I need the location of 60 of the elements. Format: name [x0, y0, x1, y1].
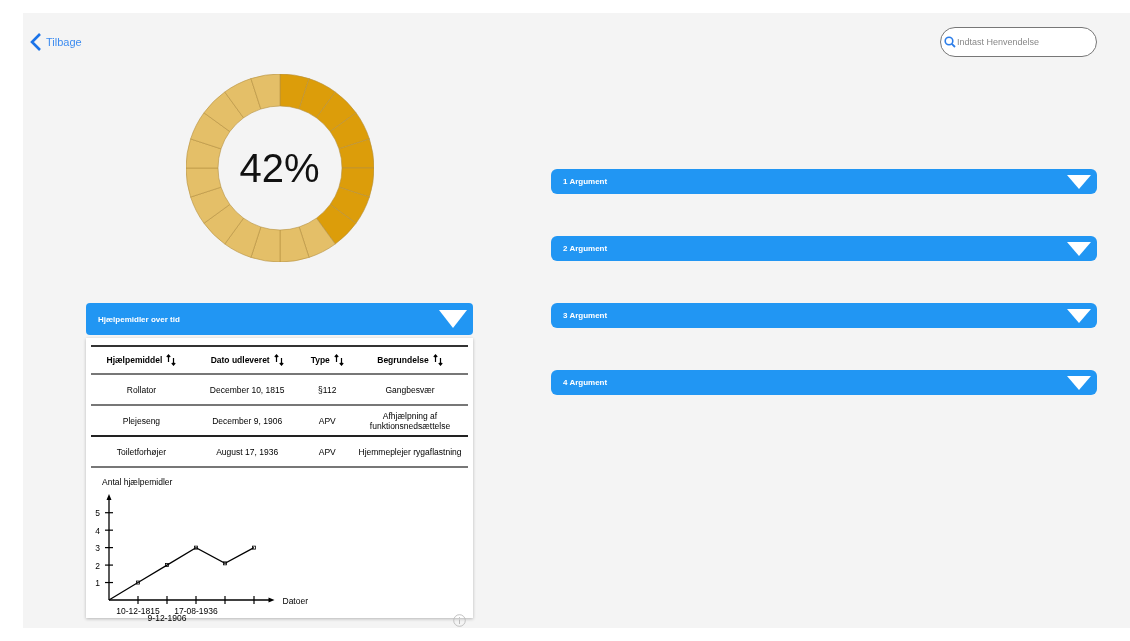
tick-mark [166, 595, 168, 605]
tick-label: 10-12-1815 [116, 606, 160, 616]
tick-label: 3 [95, 543, 100, 554]
column-header[interactable]: Type [310, 355, 330, 365]
accordion-header[interactable]: 3 Argument [551, 303, 1097, 328]
tick-label: 17-08-1936 [174, 606, 218, 616]
sort-icon[interactable] [432, 354, 443, 366]
table-cell: Hjemmeplejer rygaflastning [352, 436, 468, 467]
tick-mark [195, 595, 197, 605]
tick-mark [104, 529, 114, 531]
table-cell: December 9, 1906 [191, 405, 303, 436]
table-cell: §112 [302, 374, 352, 405]
chevron-left-icon [30, 33, 42, 51]
table-cell: December 10, 1815 [191, 374, 303, 405]
table-cell: Gangbesvær [352, 374, 468, 405]
back-link[interactable]: Tilbage [30, 33, 82, 51]
data-point [136, 580, 140, 585]
tick-mark [253, 595, 255, 605]
axis-title: Datoer [282, 596, 308, 606]
data-point [252, 545, 256, 550]
search-icon [944, 36, 956, 48]
triangle-down-icon [1067, 308, 1091, 323]
tick-mark [137, 595, 139, 605]
tick-label: 9-12-1906 [147, 613, 187, 623]
triangle-down-icon [439, 310, 467, 328]
table-cell: Afhjælpning af funktionsnedsættelse [352, 405, 468, 436]
tick-label: 2 [95, 560, 100, 571]
tick-mark [104, 564, 114, 566]
triangle-down-icon [1067, 375, 1091, 390]
column-header[interactable]: Hjælpemiddel [106, 355, 163, 365]
accordion-header[interactable]: Hjælpemidler over tid [86, 303, 473, 335]
tick-label: 1 [95, 578, 100, 589]
tick-mark [104, 547, 114, 549]
data-point [165, 563, 169, 567]
accordion-header[interactable]: 2 Argument [551, 236, 1097, 261]
table-cell: APV [302, 405, 352, 436]
progress-percentage: 42% [239, 145, 320, 191]
accordion-header[interactable]: 1 Argument [551, 169, 1097, 194]
column-header[interactable]: Begrundelse [377, 355, 429, 365]
table-cell: Rollator [91, 374, 192, 405]
sort-icon[interactable] [273, 354, 284, 366]
tick-mark [224, 595, 226, 605]
tick-mark [104, 581, 114, 584]
sort-icon[interactable] [333, 354, 344, 366]
table-cell: Toiletforhøjer [91, 436, 192, 467]
tick-label: 4 [95, 525, 100, 536]
data-point [223, 561, 227, 566]
triangle-down-icon [1067, 241, 1091, 256]
tick-mark [104, 512, 114, 514]
accordion-header[interactable]: 4 Argument [551, 370, 1097, 395]
sort-icon[interactable] [166, 354, 177, 366]
table-cell: Plejeseng [91, 405, 192, 436]
tick-label: 5 [95, 508, 100, 519]
axis-title: Antal hjælpemidler [102, 477, 174, 487]
data-point [194, 545, 198, 550]
table-cell: August 17, 1936 [191, 436, 303, 467]
column-header[interactable]: Dato udleveret [210, 355, 270, 365]
table-cell: APV [302, 436, 352, 467]
triangle-down-icon [1067, 174, 1091, 189]
search-field[interactable]: Indtast Henvendelse [940, 27, 1097, 57]
